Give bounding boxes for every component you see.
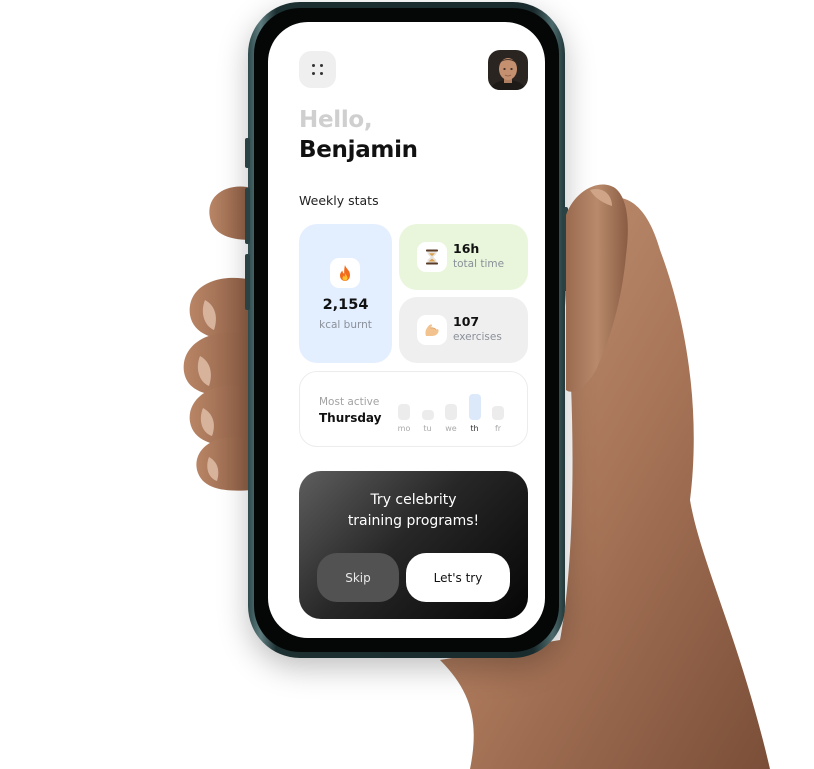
menu-dot: [320, 72, 323, 75]
promo-title-line-2: training programs!: [347, 513, 480, 529]
exercises-card[interactable]: 107 exercises: [399, 297, 528, 363]
total-time-value: 16h: [453, 241, 480, 256]
total-time-card[interactable]: 16h total time: [399, 224, 528, 290]
activity-day-label-fr: fr: [494, 424, 502, 433]
phone-side-button: [245, 138, 250, 168]
most-active-day: Thursday: [319, 411, 382, 425]
phone-screen: Hello, Benjamin Weekly stats 2,154 kcal …: [268, 22, 545, 638]
exercises-label: exercises: [453, 331, 502, 343]
fire-icon: [330, 258, 360, 288]
user-name: Benjamin: [299, 137, 418, 163]
activity-day-label-we: we: [445, 424, 457, 433]
phone-volume-up-button: [245, 188, 250, 244]
phone-volume-down-button: [245, 254, 250, 310]
weekly-stats-title: Weekly stats: [299, 193, 379, 208]
activity-bar-fr: [492, 406, 504, 420]
activity-bar-mo: [398, 404, 410, 420]
stage: Hello, Benjamin Weekly stats 2,154 kcal …: [0, 0, 814, 769]
phone-frame: Hello, Benjamin Weekly stats 2,154 kcal …: [245, 2, 568, 658]
activity-day-label-tu: tu: [423, 424, 432, 433]
kcal-value: 2,154: [322, 297, 369, 313]
flexed-biceps-icon: [417, 315, 447, 345]
menu-button[interactable]: [299, 51, 336, 88]
activity-bar-tu: [421, 410, 434, 420]
hourglass-icon: [417, 242, 447, 272]
activity-day-label-mo: mo: [397, 424, 411, 433]
activity-bar-th: [468, 394, 481, 420]
total-time-label: total time: [453, 258, 505, 270]
phone-bezel: Hello, Benjamin Weekly stats 2,154 kcal …: [254, 8, 559, 652]
menu-dot: [312, 72, 315, 75]
skip-button[interactable]: Skip: [317, 553, 399, 602]
exercises-value: 107: [453, 314, 480, 329]
most-active-label: Most active: [319, 396, 380, 408]
user-avatar-icon: [488, 50, 528, 90]
activity-day-label-th: th: [470, 424, 479, 433]
kcal-card[interactable]: 2,154 kcal burnt: [299, 224, 392, 363]
greeting-hello: Hello,: [299, 107, 373, 133]
promo-title-line-1: Try celebrity: [370, 492, 457, 508]
menu-dot: [320, 64, 323, 67]
promo-card: Try celebrity training programs! Skip Le…: [299, 471, 528, 619]
kcal-label: kcal burnt: [319, 319, 372, 331]
lets-try-button[interactable]: Let's try: [406, 553, 510, 602]
phone-power-button: [563, 207, 568, 291]
menu-dot: [312, 64, 315, 67]
promo-title: Try celebrity training programs!: [299, 490, 528, 532]
most-active-card[interactable]: Most active Thursday mo tu we th fr: [299, 371, 528, 447]
avatar[interactable]: [488, 50, 528, 90]
activity-bar-we: [445, 404, 457, 420]
